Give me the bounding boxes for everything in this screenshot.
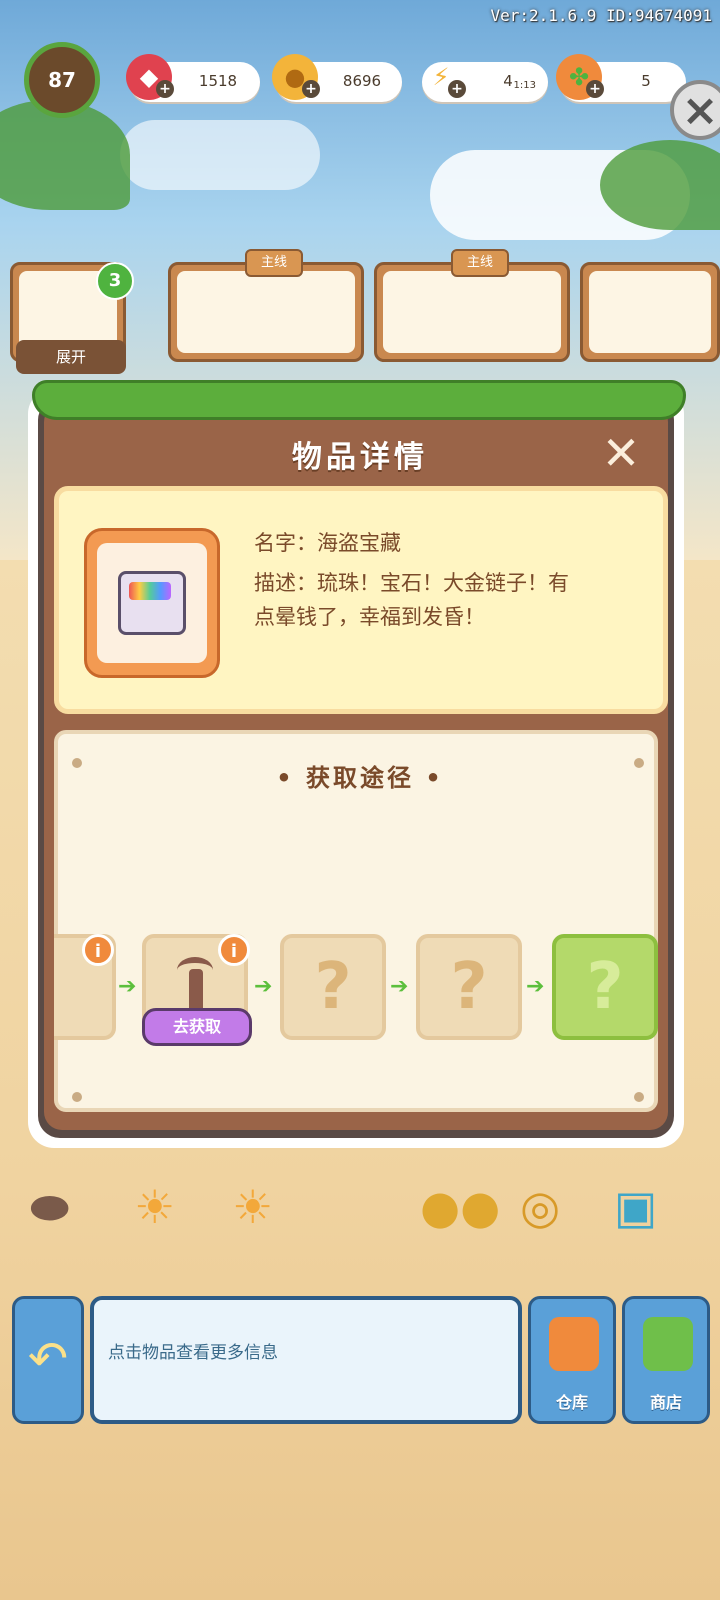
panel-rivet [72, 1092, 82, 1102]
item-description: 描述：琉珠！宝石！大金链子！有点晕钱了，幸福到发昏！ [254, 571, 569, 629]
sun-icon[interactable]: ☀ [134, 1180, 175, 1234]
backpack-icon [549, 1317, 599, 1371]
warehouse-label: 仓库 [555, 1393, 588, 1412]
add-coins-icon[interactable]: + [302, 80, 320, 98]
shop-label: 商店 [649, 1393, 682, 1412]
gem-value: 1518 [198, 72, 238, 90]
warehouse-button[interactable]: 仓库 [528, 1296, 616, 1424]
clover-counter[interactable]: ✤ + 5 [556, 54, 686, 102]
energy-counter[interactable]: ⚡ + 4 1:13 [422, 62, 548, 102]
chain-slot-unknown[interactable]: ? [280, 934, 386, 1040]
grass-decoration [32, 380, 686, 420]
cloud [120, 120, 320, 190]
add-gems-icon[interactable]: + [156, 80, 174, 98]
add-clover-icon[interactable]: + [586, 80, 604, 98]
shop-icon [643, 1317, 693, 1371]
info-icon[interactable]: i [82, 934, 114, 966]
modal-close-icon[interactable]: ✕ [598, 430, 644, 478]
sun-icon[interactable]: ☀ [232, 1180, 273, 1234]
quest-card[interactable] [580, 262, 720, 362]
item-text: 名字：海盗宝藏 描述：琉珠！宝石！大金链子！有点晕钱了，幸福到发昏！ [254, 526, 574, 640]
arrow-right-icon: ➔ [390, 974, 409, 999]
quest-card[interactable]: 主线 [168, 249, 364, 362]
chain-slot-target[interactable]: ? [552, 934, 658, 1040]
clover-value: 5 [641, 72, 651, 90]
add-energy-icon[interactable]: + [448, 80, 466, 98]
arrow-right-icon: ➔ [118, 974, 137, 999]
player-level[interactable]: 87 [24, 42, 100, 118]
undo-arrow-icon[interactable]: ↶ [12, 1296, 84, 1424]
obtain-title: • 获取途径 • [276, 764, 444, 792]
item-name: 名字：海盗宝藏 [254, 531, 401, 555]
quest-card[interactable]: 主线 [374, 249, 570, 362]
treasure-chest-icon [118, 571, 186, 635]
coin-counter[interactable]: ● + 8696 [272, 54, 402, 102]
expand-button[interactable]: 展开 [16, 340, 126, 374]
coin-stack-icon[interactable]: ◎ [520, 1180, 560, 1234]
arrow-right-icon: ➔ [254, 974, 273, 999]
quest-count-badge: 3 [96, 262, 134, 300]
rock-icon[interactable]: ⬬ [30, 1180, 69, 1236]
chain-slot-unknown[interactable]: ? [416, 934, 522, 1040]
coin-value: 8696 [342, 72, 382, 90]
go-obtain-button[interactable]: 去获取 [142, 1008, 252, 1046]
version-label: Ver:2.1.6.9 ID:94674091 [490, 6, 712, 25]
quest-tag: 主线 [451, 249, 510, 277]
level-number: 87 [48, 68, 76, 92]
quest-tag: 主线 [245, 249, 304, 277]
info-icon[interactable]: i [218, 934, 250, 966]
panel-rivet [634, 1092, 644, 1102]
hint-text: 点击物品查看更多信息 [108, 1343, 278, 1363]
gem-counter[interactable]: ◆ + 1518 [126, 54, 260, 102]
energy-box-icon[interactable]: ▣ [614, 1180, 657, 1234]
energy-timer: 1:13 [513, 80, 536, 91]
shop-button[interactable]: 商店 [622, 1296, 710, 1424]
coin-pile-icon[interactable]: ●● [420, 1180, 500, 1234]
arrow-right-icon: ➔ [526, 974, 545, 999]
item-tag [84, 528, 220, 678]
